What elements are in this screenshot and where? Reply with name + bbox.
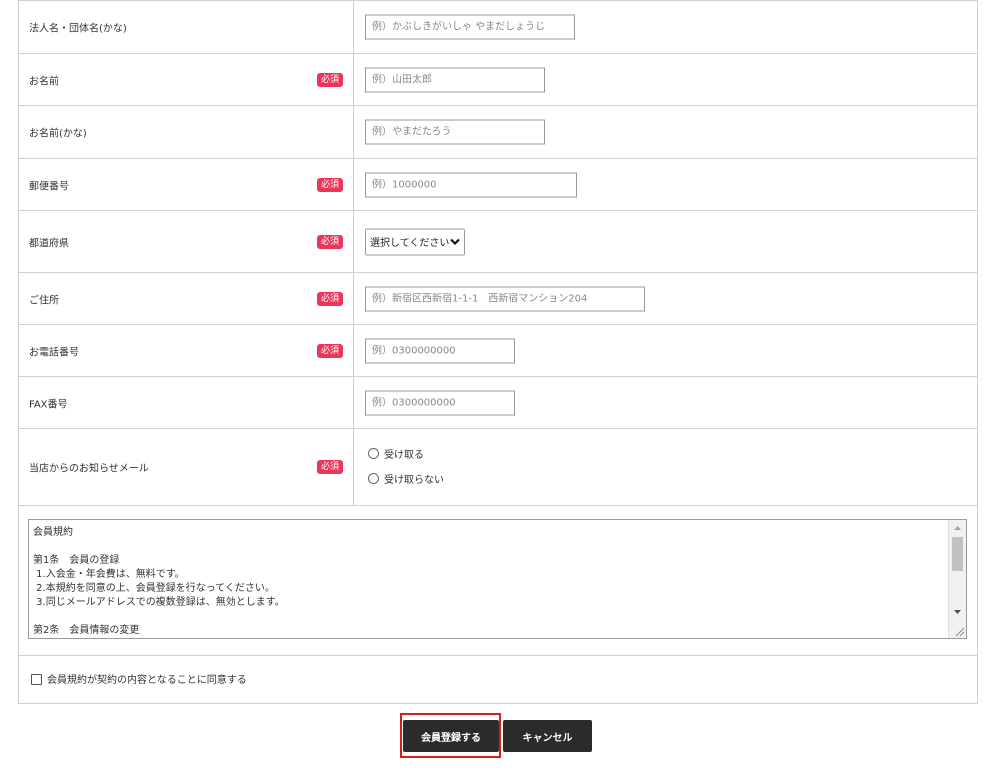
terms-text: 会員規約 第1条 会員の登録 1.入会金・年会費は、無料です。 2.本規約を同意… <box>33 527 285 636</box>
field-cell <box>354 159 977 210</box>
field-cell <box>354 106 977 158</box>
field-header: 当店からのお知らせメール 必須 <box>19 429 354 505</box>
form-row-name-kana: お名前(かな) <box>19 105 977 158</box>
field-cell <box>354 273 977 324</box>
field-label-prefecture: 都道府県 <box>29 238 69 249</box>
required-badge: 必須 <box>316 343 343 358</box>
register-button-highlight <box>400 713 501 758</box>
form-row-fax: FAX番号 <box>19 376 977 428</box>
field-header: FAX番号 <box>19 377 354 428</box>
fax-input[interactable] <box>365 390 515 415</box>
resize-grip-icon[interactable] <box>953 625 965 637</box>
form-row-prefecture: 都道府県 必須 選択してください <box>19 210 977 272</box>
field-label-name-kana: お名前(かな) <box>29 128 87 140</box>
field-header: 法人名・団体名(かな) <box>19 1 354 53</box>
field-label-newsletter: 当店からのお知らせメール <box>29 463 149 475</box>
form-row-phone: お電話番号 必須 <box>19 324 977 376</box>
field-label-company-kana: 法人名・団体名(かな) <box>29 23 127 35</box>
form-row-postal-code: 郵便番号 必須 <box>19 158 977 210</box>
name-kana-input[interactable] <box>365 119 545 145</box>
radio-label: 受け取らない <box>384 475 444 486</box>
field-header: お名前 必須 <box>19 54 354 105</box>
scroll-thumb[interactable] <box>952 537 963 571</box>
form-row-company-kana: 法人名・団体名(かな) <box>19 0 977 53</box>
address-input[interactable] <box>365 286 645 311</box>
field-header: 都道府県 必須 <box>19 211 354 272</box>
field-header: ご住所 必須 <box>19 273 354 324</box>
field-header: お名前(かな) <box>19 106 354 158</box>
required-badge: 必須 <box>316 291 343 306</box>
form-row-name: お名前 必須 <box>19 53 977 105</box>
radio-circle[interactable] <box>368 473 379 484</box>
form-row-agree: 会員規約が契約の内容となることに同意する <box>19 655 977 703</box>
field-cell <box>354 325 977 376</box>
field-label-address: ご住所 <box>29 295 59 306</box>
prefecture-select[interactable]: 選択してください <box>365 228 465 255</box>
field-label-name: お名前 <box>29 76 59 87</box>
terms-textarea[interactable]: 会員規約 第1条 会員の登録 1.入会金・年会費は、無料です。 2.本規約を同意… <box>28 519 967 639</box>
required-badge: 必須 <box>316 234 343 249</box>
field-header: お電話番号 必須 <box>19 325 354 376</box>
field-label-fax: FAX番号 <box>29 399 68 410</box>
prefecture-select-value: 選択してください <box>370 238 450 249</box>
radio-circle[interactable] <box>368 448 379 459</box>
scroll-down-arrow-icon[interactable] <box>949 604 966 620</box>
agree-label[interactable]: 会員規約が契約の内容となることに同意する <box>47 671 247 686</box>
radio-label: 受け取る <box>384 450 424 461</box>
field-label-phone: お電話番号 <box>29 347 79 358</box>
name-input[interactable] <box>365 67 545 92</box>
field-cell: 選択してください <box>354 211 977 272</box>
cancel-button[interactable]: キャンセル <box>503 720 592 752</box>
field-header: 郵便番号 必須 <box>19 159 354 210</box>
field-label-postal-code: 郵便番号 <box>29 181 69 192</box>
chevron-down-icon <box>450 238 460 245</box>
required-badge: 必須 <box>316 460 343 474</box>
scroll-up-arrow-icon[interactable] <box>949 520 966 536</box>
field-cell <box>354 54 977 105</box>
field-cell: 受け取る 受け取らない <box>354 429 977 505</box>
terms-scrollbar[interactable] <box>948 520 966 638</box>
field-cell <box>354 1 977 53</box>
field-cell <box>354 377 977 428</box>
required-badge: 必須 <box>316 72 343 87</box>
agree-checkbox[interactable] <box>31 674 42 685</box>
company-kana-input[interactable] <box>365 14 575 40</box>
required-badge: 必須 <box>316 177 343 192</box>
phone-input[interactable] <box>365 338 515 363</box>
form-row-newsletter: 当店からのお知らせメール 必須 受け取る 受け取らない <box>19 428 977 505</box>
postal-code-input[interactable] <box>365 172 577 197</box>
form-row-address: ご住所 必須 <box>19 272 977 324</box>
